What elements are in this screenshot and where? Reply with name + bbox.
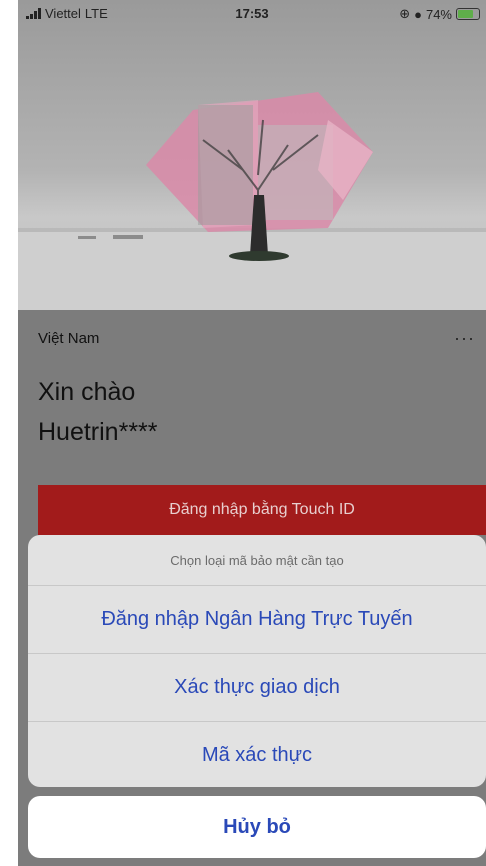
touch-id-login-button[interactable]: Đăng nhập bằng Touch ID [38,485,486,535]
battery-icon [456,8,480,20]
status-bar: Viettel LTE 17:53 ⊕ ● 74% [18,0,486,26]
option-verification-code[interactable]: Mã xác thực [28,722,486,787]
username-text: Huetrin**** [38,418,158,446]
tree-illustration [18,92,486,310]
option-transaction-verification[interactable]: Xác thực giao dịch [28,654,486,722]
hero-image: Viettel LTE 17:53 ⊕ ● 74% [18,0,486,310]
security-code-action-sheet: Chọn loại mã bảo mật cần tạo Đăng nhập N… [28,535,486,787]
cancel-button[interactable]: Hủy bỏ [28,796,486,858]
more-options-icon[interactable]: ··· [454,328,475,349]
battery-percent: 74% [425,6,452,22]
action-sheet-title: Chọn loại mã bảo mật cần tạo [28,535,486,586]
phone-screen: Viettel LTE 17:53 ⊕ ● 74% Việt Nam ··· X… [18,0,486,866]
alarm-icon: ● [414,6,422,22]
country-label: Việt Nam [38,330,100,347]
greeting-text: Xin chào [38,378,136,406]
option-online-banking-login[interactable]: Đăng nhập Ngân Hàng Trực Tuyến [28,586,486,654]
orientation-lock-icon: ⊕ [399,6,411,21]
